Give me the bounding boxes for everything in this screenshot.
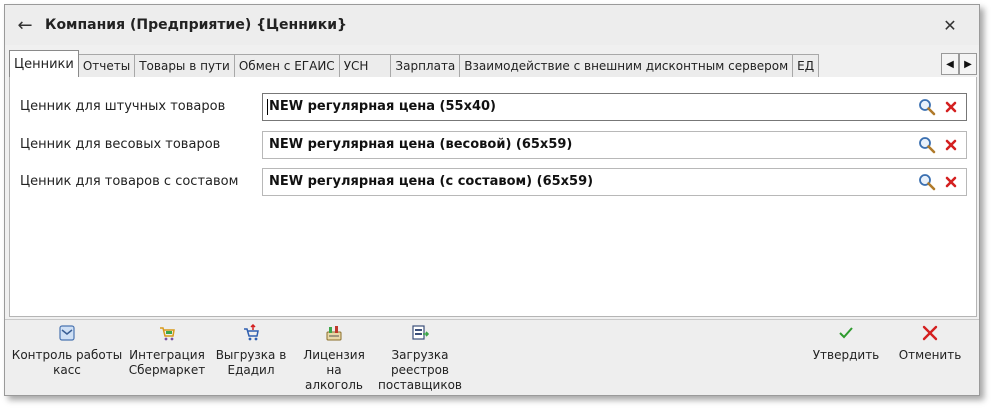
window-title: Компания (Предприятие) {Ценники} bbox=[45, 17, 347, 33]
tab-discount-server[interactable]: Взаимодействие с внешним дисконтным серв… bbox=[460, 54, 794, 77]
row-composite-goods: Ценник для товаров с составом NEW регуля… bbox=[10, 167, 976, 197]
cash-register-control-button[interactable]: Контроль работы касс bbox=[11, 324, 123, 378]
button-label: Утвердить bbox=[812, 348, 880, 362]
sbermarket-integration-button[interactable]: Интеграция Сбермаркет bbox=[127, 324, 207, 378]
field-label: Ценник для штучных товаров bbox=[20, 99, 226, 114]
tab-scroll-buttons: ◀ ▶ bbox=[941, 53, 977, 75]
cancel-button[interactable]: Отменить bbox=[893, 324, 967, 363]
row-piece-goods: Ценник для штучных товаров NEW регулярна… bbox=[10, 92, 976, 122]
tab-scroll-left-button[interactable]: ◀ bbox=[941, 53, 959, 75]
field-label: Ценник для товаров с составом bbox=[20, 174, 239, 189]
arrow-left-icon: ← bbox=[17, 14, 33, 36]
tab-egais-exchange[interactable]: Обмен с ЕГАИС bbox=[234, 54, 340, 77]
search-icon[interactable] bbox=[918, 98, 936, 116]
tab-salary[interactable]: Зарплата bbox=[391, 54, 461, 77]
button-label: Интеграция Сбермаркет bbox=[128, 348, 206, 377]
tab-reports[interactable]: Отчеты bbox=[78, 54, 136, 77]
triangle-right-icon: ▶ bbox=[964, 58, 972, 70]
upload-cart-icon bbox=[244, 324, 259, 341]
field-value: NEW регулярная цена (с составом) (65x59) bbox=[269, 174, 594, 189]
dialog-window: ← Компания (Предприятие) {Ценники} ✕ Цен… bbox=[4, 4, 980, 396]
license-icon bbox=[326, 326, 342, 341]
tab-goods-in-transit[interactable]: Товары в пути bbox=[135, 54, 235, 77]
field-value: NEW регулярная цена (55x40) bbox=[269, 99, 496, 114]
composite-goods-price-tag-field[interactable]: NEW регулярная цена (с составом) (65x59) bbox=[262, 168, 967, 196]
button-label: Отменить bbox=[898, 348, 962, 362]
close-icon: ✕ bbox=[943, 15, 957, 35]
bottom-toolbar: Контроль работы касс Интеграция Сбермарк… bbox=[5, 319, 979, 395]
row-weight-goods: Ценник для весовых товаров NEW регулярна… bbox=[10, 130, 976, 160]
clear-icon[interactable] bbox=[944, 100, 958, 114]
clear-icon[interactable] bbox=[944, 138, 958, 152]
search-icon[interactable] bbox=[918, 136, 936, 154]
tab-scroll-right-button[interactable]: ▶ bbox=[959, 53, 977, 75]
triangle-left-icon: ◀ bbox=[946, 58, 954, 70]
supplier-registry-import-button[interactable]: Загрузка реестров поставщиков bbox=[377, 324, 463, 393]
back-button[interactable]: ← bbox=[11, 11, 39, 39]
close-button[interactable]: ✕ bbox=[939, 14, 961, 36]
search-icon[interactable] bbox=[918, 173, 936, 191]
tab-bar: Ценники Отчеты Товары в пути Обмен с ЕГА… bbox=[9, 49, 977, 78]
check-icon bbox=[839, 327, 853, 339]
register-icon bbox=[59, 325, 75, 341]
button-label: Загрузка реестров поставщиков bbox=[378, 348, 462, 392]
tab-usn[interactable]: УСН bbox=[339, 54, 392, 77]
weight-goods-price-tag-field[interactable]: NEW регулярная цена (весовой) (65x59) bbox=[262, 131, 967, 159]
cancel-icon bbox=[922, 325, 938, 341]
piece-goods-price-tag-field[interactable]: NEW регулярная цена (55x40) bbox=[262, 93, 967, 121]
title-bar: ← Компания (Предприятие) {Ценники} ✕ bbox=[5, 5, 979, 45]
approve-button[interactable]: Утвердить bbox=[809, 324, 883, 363]
clear-icon[interactable] bbox=[944, 175, 958, 189]
edadil-upload-button[interactable]: Выгрузка в Едадил bbox=[211, 324, 291, 378]
tab-price-tags[interactable]: Ценники bbox=[9, 50, 79, 77]
text-caret bbox=[267, 99, 268, 115]
field-value: NEW регулярная цена (весовой) (65x59) bbox=[269, 137, 573, 152]
price-tags-panel: Ценник для штучных товаров NEW регулярна… bbox=[9, 77, 977, 317]
alcohol-license-button[interactable]: Лицензия на алкоголь bbox=[295, 324, 373, 393]
field-label: Ценник для весовых товаров bbox=[20, 137, 221, 152]
cart-icon bbox=[160, 327, 175, 341]
tab-ed[interactable]: ЕД bbox=[793, 54, 820, 77]
import-icon bbox=[412, 325, 429, 340]
button-label: Контроль работы касс bbox=[11, 348, 123, 377]
button-label: Лицензия на алкоголь bbox=[303, 348, 365, 392]
button-label: Выгрузка в Едадил bbox=[215, 348, 287, 377]
